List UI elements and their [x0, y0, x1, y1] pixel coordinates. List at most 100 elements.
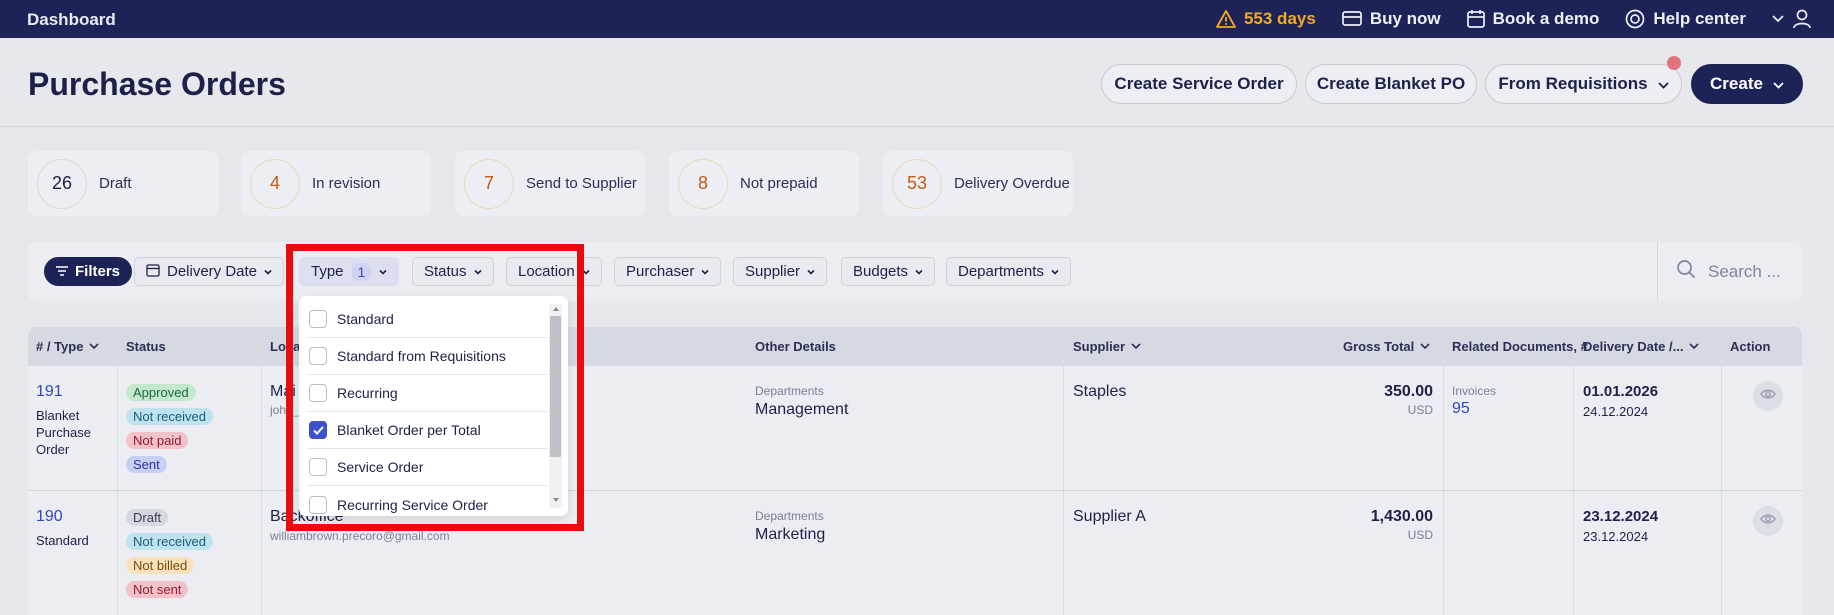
departments-label: Departments — [755, 509, 824, 523]
supplier-filter[interactable]: Supplier — [733, 257, 828, 286]
stat-card-not-prepaid[interactable]: 8 Not prepaid — [669, 151, 859, 216]
currency: USD — [1407, 403, 1433, 417]
stat-label: Not prepaid — [740, 175, 818, 192]
highlight-box — [286, 244, 584, 531]
create-blanket-po-button[interactable]: Create Blanket PO — [1305, 64, 1477, 104]
chevron-down-icon — [915, 263, 923, 280]
book-demo-link[interactable]: Book a demo — [1466, 9, 1600, 29]
create-button[interactable]: Create — [1691, 64, 1803, 104]
stat-count: 7 — [464, 158, 514, 209]
warning-days: 553 days — [1243, 9, 1316, 28]
delivery-date: 23.12.2024 — [1583, 508, 1659, 525]
eye-icon — [1760, 387, 1776, 405]
stat-count: 53 — [892, 158, 942, 209]
column-header-other-details[interactable]: Other Details — [755, 339, 836, 354]
view-button[interactable] — [1753, 506, 1783, 536]
notification-dot — [1667, 56, 1681, 70]
lifebuoy-icon — [1625, 9, 1645, 29]
calendar-icon — [146, 263, 160, 281]
from-requisitions-button[interactable]: From Requisitions — [1485, 64, 1682, 104]
search-input[interactable]: Search ... — [1708, 262, 1781, 282]
help-center-link[interactable]: Help center — [1625, 9, 1746, 29]
gross-total: 350.00 — [1384, 383, 1433, 400]
po-number-link[interactable]: 191 — [36, 383, 63, 401]
stat-card-draft[interactable]: 26 Draft — [28, 151, 218, 216]
buy-now-link[interactable]: Buy now — [1341, 9, 1441, 29]
chevron-down-icon — [1051, 263, 1059, 280]
create-service-order-button[interactable]: Create Service Order — [1101, 64, 1297, 104]
created-date: 23.12.2024 — [1583, 529, 1649, 544]
column-header-status[interactable]: Status — [126, 339, 166, 354]
dashboard-link[interactable]: Dashboard — [27, 10, 116, 30]
chevron-down-icon — [807, 263, 815, 280]
related-invoice-link[interactable]: 95 — [1452, 400, 1470, 418]
po-type: Blanket Purchase Order — [36, 408, 91, 457]
stat-label: Delivery Overdue — [954, 175, 1070, 192]
stat-count: 26 — [37, 158, 87, 209]
user-icon — [1792, 9, 1812, 29]
column-divider — [117, 327, 118, 615]
column-header-related-documents[interactable]: Related Documents, # — [1452, 339, 1588, 354]
gross-total: 1,430.00 — [1370, 508, 1433, 525]
po-type: Standard — [36, 533, 89, 548]
column-header-gross-total[interactable]: Gross Total — [1343, 339, 1430, 354]
stat-count: 8 — [678, 158, 728, 209]
user-menu[interactable] — [1772, 9, 1812, 29]
supplier-name: Staples — [1073, 383, 1127, 400]
view-button[interactable] — [1753, 381, 1783, 411]
column-header-number-type[interactable]: # / Type — [36, 339, 100, 354]
departments-label: Departments — [755, 384, 824, 398]
budgets-filter[interactable]: Budgets — [841, 257, 936, 286]
column-divider — [1063, 327, 1064, 615]
column-divider — [1443, 327, 1444, 615]
status-badge: Not received — [126, 533, 213, 550]
stat-label: Draft — [99, 175, 132, 192]
search-icon — [1676, 259, 1696, 284]
location-email: williambrown.precoro@gmail.com — [270, 529, 450, 543]
po-number-link[interactable]: 190 — [36, 508, 63, 526]
delivery-date: 01.01.2026 — [1583, 383, 1659, 400]
chevron-down-icon — [1773, 74, 1784, 94]
delivery-date-filter[interactable]: Delivery Date — [134, 257, 285, 286]
column-divider — [261, 327, 262, 615]
column-divider — [1721, 327, 1722, 615]
currency: USD — [1407, 528, 1433, 542]
supplier-name: Supplier A — [1073, 508, 1146, 525]
chevron-down-icon — [701, 263, 709, 280]
chevron-down-icon — [1657, 74, 1669, 94]
buy-now-label: Buy now — [1369, 9, 1441, 28]
status-badge: Not received — [126, 408, 213, 425]
column-divider — [1573, 327, 1574, 615]
calendar-icon — [1466, 10, 1485, 28]
credit-card-icon — [1341, 10, 1362, 28]
related-invoices-label: Invoices — [1452, 384, 1497, 398]
stat-card-delivery-overdue[interactable]: 53 Delivery Overdue — [883, 151, 1073, 216]
page-title: Purchase Orders — [28, 66, 286, 102]
filter-icon — [56, 263, 68, 280]
status-badge: Draft — [126, 509, 169, 526]
status-badge: Not paid — [126, 432, 189, 449]
top-navigation-bar: Dashboard 553 days Buy now Book a demo H… — [0, 0, 1834, 38]
book-demo-label: Book a demo — [1492, 9, 1600, 28]
license-warning[interactable]: 553 days — [1216, 9, 1316, 29]
chevron-down-icon — [1772, 15, 1784, 23]
department-value: Management — [755, 401, 849, 418]
status-badge: Sent — [126, 456, 167, 473]
created-date: 24.12.2024 — [1583, 404, 1649, 419]
stat-label: In revision — [312, 175, 381, 192]
stat-card-in-revision[interactable]: 4 In revision — [241, 151, 431, 216]
column-header-supplier[interactable]: Supplier — [1073, 339, 1141, 354]
purchaser-filter[interactable]: Purchaser — [614, 257, 722, 286]
departments-filter[interactable]: Departments — [946, 257, 1071, 286]
filters-button[interactable]: Filters — [44, 257, 133, 286]
status-badge: Approved — [126, 384, 196, 401]
status-badge: Not sent — [126, 581, 189, 598]
help-center-label: Help center — [1653, 9, 1746, 28]
search-box[interactable]: Search ... — [1657, 242, 1802, 301]
status-badge: Not billed — [126, 557, 195, 574]
warning-icon — [1216, 10, 1236, 28]
column-header-delivery-date[interactable]: Delivery Date /... — [1583, 339, 1700, 354]
page-header: Purchase Orders Create Service Order Cre… — [0, 38, 1834, 127]
stat-card-send-to-supplier[interactable]: 7 Send to Supplier — [455, 151, 645, 216]
column-header-action: Action — [1730, 339, 1771, 354]
